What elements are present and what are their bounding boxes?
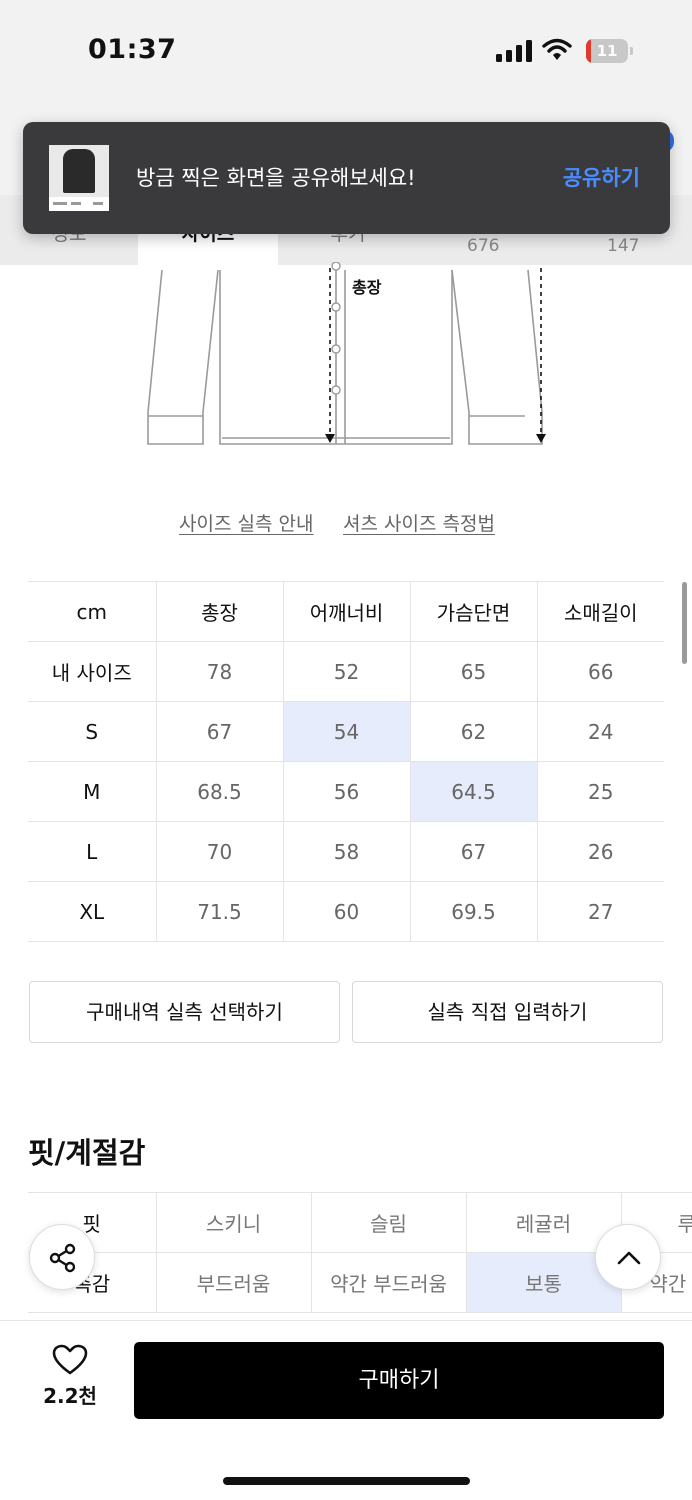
table-cell: 62 xyxy=(409,701,537,762)
size-table: cm 총장 어깨너비 가슴단면 소매길이 내 사이즈 78 52 65 66 S… xyxy=(28,581,664,942)
screenshot-thumbnail[interactable] xyxy=(49,145,109,211)
table-cell: 24 xyxy=(536,701,664,762)
table-cell-highlighted: 64.5 xyxy=(409,761,537,822)
table-cell: 78 xyxy=(155,641,283,702)
size-label: S xyxy=(28,701,157,762)
table-row[interactable]: XL 71.5 60 69.5 27 xyxy=(28,881,664,942)
table-row: 핏 스키니 슬림 레귤러 루 xyxy=(28,1192,692,1253)
table-cell: 67 xyxy=(409,821,537,882)
buy-button[interactable]: 구매하기 xyxy=(134,1342,664,1419)
table-cell-highlighted: 54 xyxy=(282,701,410,762)
table-header: 어깨너비 xyxy=(282,581,410,642)
table-cell: 26 xyxy=(536,821,664,882)
like-count: 2.2천 xyxy=(43,1384,97,1408)
like-button[interactable]: 2.2천 xyxy=(30,1344,110,1420)
status-time: 01:37 xyxy=(88,34,177,65)
table-header: 가슴단면 xyxy=(409,581,537,642)
size-label: M xyxy=(28,761,157,822)
fit-option: 스키니 xyxy=(155,1192,311,1253)
table-cell: 68.5 xyxy=(155,761,283,822)
scroll-top-button[interactable] xyxy=(595,1224,661,1290)
tab-count: 147 xyxy=(607,236,640,256)
share-button[interactable]: 공유하기 xyxy=(563,162,640,192)
size-diagram xyxy=(0,261,692,462)
fit-option: 부드러움 xyxy=(155,1252,311,1313)
table-header: 총장 xyxy=(155,581,283,642)
table-row: 촉감 부드러움 약간 부드러움 보통 약간 xyxy=(28,1252,692,1313)
chevron-up-icon xyxy=(617,1251,641,1265)
table-cell: 70 xyxy=(155,821,283,882)
table-row[interactable]: L 70 58 67 26 xyxy=(28,821,664,882)
battery-icon: 11 xyxy=(586,39,633,63)
table-row: 내 사이즈 78 52 65 66 xyxy=(28,641,664,702)
diagram-length-label: 총장 xyxy=(352,278,382,297)
table-cell: 71.5 xyxy=(155,881,283,942)
signal-icon xyxy=(496,40,532,62)
table-header: cm xyxy=(28,581,157,642)
share-floating-button[interactable] xyxy=(29,1224,95,1290)
heart-icon xyxy=(52,1344,88,1375)
tab-count: 676 xyxy=(467,236,500,256)
scrollbar[interactable] xyxy=(682,582,687,664)
home-indicator xyxy=(223,1477,470,1485)
table-header: 소매길이 xyxy=(536,581,664,642)
table-cell: 58 xyxy=(282,821,410,882)
screenshot-share-toast[interactable]: 방금 찍은 화면을 공유해보세요! 공유하기 xyxy=(23,122,670,234)
fit-section-title: 핏/계절감 xyxy=(28,1136,146,1170)
fit-option: 약간 부드러움 xyxy=(310,1252,466,1313)
size-label: XL xyxy=(28,881,157,942)
table-cell: 65 xyxy=(409,641,537,702)
table-row[interactable]: S 67 54 62 24 xyxy=(28,701,664,762)
battery-level: 11 xyxy=(596,42,618,60)
table-row[interactable]: M 68.5 56 64.5 25 xyxy=(28,761,664,822)
toast-message: 방금 찍은 화면을 공유해보세요! xyxy=(136,166,416,190)
shirt-measure-guide-link[interactable]: 셔츠 사이즈 측정법 xyxy=(343,509,495,536)
table-cell: 27 xyxy=(536,881,664,942)
select-purchase-measurement-button[interactable]: 구매내역 실측 선택하기 xyxy=(29,981,340,1043)
table-cell: 56 xyxy=(282,761,410,822)
table-cell: 67 xyxy=(155,701,283,762)
size-guide-link[interactable]: 사이즈 실측 안내 xyxy=(179,509,313,536)
table-cell: 60 xyxy=(282,881,410,942)
share-icon xyxy=(49,1243,76,1273)
fit-table-scroll[interactable]: 핏 스키니 슬림 레귤러 루 촉감 부드러움 약간 부드러움 보통 약간 xyxy=(28,1192,692,1322)
table-cell: 69.5 xyxy=(409,881,537,942)
fit-table: 핏 스키니 슬림 레귤러 루 촉감 부드러움 약간 부드러움 보통 약간 xyxy=(28,1192,692,1313)
input-measurement-button[interactable]: 실측 직접 입력하기 xyxy=(352,981,663,1043)
size-label: L xyxy=(28,821,157,882)
table-cell: 52 xyxy=(282,641,410,702)
size-label: 내 사이즈 xyxy=(28,641,157,702)
wifi-icon xyxy=(542,38,572,62)
table-header-row: cm 총장 어깨너비 가슴단면 소매길이 xyxy=(28,581,664,642)
fit-option: 슬림 xyxy=(310,1192,466,1253)
table-cell: 66 xyxy=(536,641,664,702)
table-cell: 25 xyxy=(536,761,664,822)
